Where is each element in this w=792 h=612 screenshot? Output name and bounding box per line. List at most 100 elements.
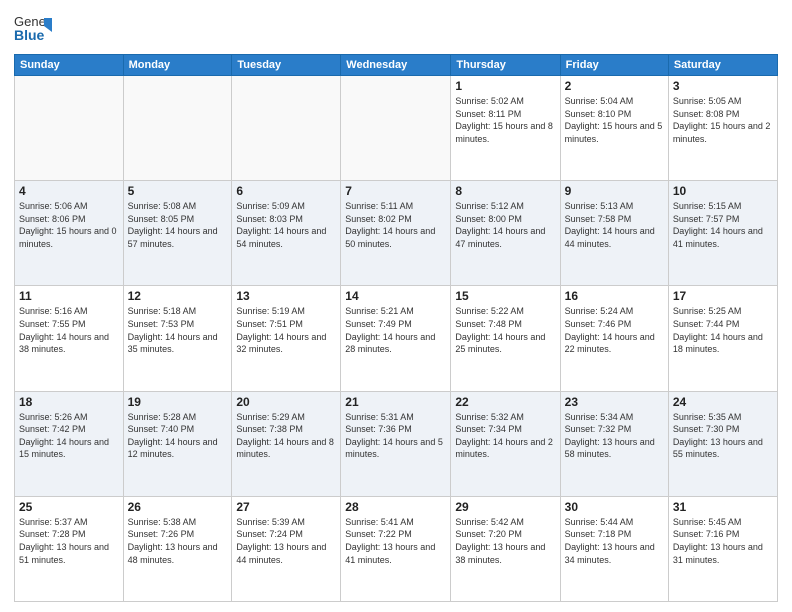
day-number: 21 xyxy=(345,395,446,409)
day-content: Sunrise: 5:05 AM Sunset: 8:08 PM Dayligh… xyxy=(673,95,773,145)
day-number: 19 xyxy=(128,395,228,409)
day-content: Sunrise: 5:02 AM Sunset: 8:11 PM Dayligh… xyxy=(455,95,555,145)
calendar-cell: 17Sunrise: 5:25 AM Sunset: 7:44 PM Dayli… xyxy=(668,286,777,391)
day-number: 4 xyxy=(19,184,119,198)
calendar-week-row: 4Sunrise: 5:06 AM Sunset: 8:06 PM Daylig… xyxy=(15,181,778,286)
day-content: Sunrise: 5:38 AM Sunset: 7:26 PM Dayligh… xyxy=(128,516,228,566)
calendar-cell: 14 Sunrise: 5:21 AM Sunset: 7:49 PM Dayli… xyxy=(341,286,451,391)
day-number: 16 xyxy=(565,289,664,303)
calendar-cell: 2 Sunrise: 5:04 AM Sunset: 8:10 PM Daylig… xyxy=(560,76,668,181)
day-number: 2 xyxy=(565,79,664,93)
calendar-cell: 22 Sunrise: 5:32 AM Sunset: 7:34 PM Dayli… xyxy=(451,391,560,496)
calendar-week-row: 18 Sunrise: 5:26 AM Sunset: 7:42 PM Dayli… xyxy=(15,391,778,496)
day-content: Sunrise: 5:41 AM Sunset: 7:22 PM Dayligh… xyxy=(345,516,446,566)
day-number: 18 xyxy=(19,395,119,409)
weekday-header-tuesday: Tuesday xyxy=(232,55,341,76)
calendar-cell: 1 Sunrise: 5:02 AM Sunset: 8:11 PM Daylig… xyxy=(451,76,560,181)
day-number: 20 xyxy=(236,395,336,409)
day-number: 14 xyxy=(345,289,446,303)
day-content: Sunrise: 5:12 AM Sunset: 8:00 PM Dayligh… xyxy=(455,200,555,250)
logo: General Blue xyxy=(14,10,52,48)
day-number: 1 xyxy=(455,79,555,93)
day-number: 7 xyxy=(345,184,446,198)
calendar-cell: 28 Sunrise: 5:41 AM Sunset: 7:22 PM Dayli… xyxy=(341,496,451,601)
page: General Blue SundayMondayTuesdayWednesda… xyxy=(0,0,792,612)
calendar-cell: 19 Sunrise: 5:28 AM Sunset: 7:40 PM Dayli… xyxy=(123,391,232,496)
day-number: 6 xyxy=(236,184,336,198)
calendar-cell: 24 Sunrise: 5:35 AM Sunset: 7:30 PM Dayli… xyxy=(668,391,777,496)
calendar-cell: 31 Sunrise: 5:45 AM Sunset: 7:16 PM Dayli… xyxy=(668,496,777,601)
day-content: Sunrise: 5:28 AM Sunset: 7:40 PM Dayligh… xyxy=(128,411,228,461)
calendar-week-row: 11 Sunrise: 5:16 AM Sunset: 7:55 PM Dayli… xyxy=(15,286,778,391)
day-number: 29 xyxy=(455,500,555,514)
calendar-week-row: 1 Sunrise: 5:02 AM Sunset: 8:11 PM Daylig… xyxy=(15,76,778,181)
calendar-cell: 9 Sunrise: 5:13 AM Sunset: 7:58 PM Daylig… xyxy=(560,181,668,286)
day-content: Sunrise: 5:39 AM Sunset: 7:24 PM Dayligh… xyxy=(236,516,336,566)
day-number: 12 xyxy=(128,289,228,303)
day-content: Sunrise: 5:26 AM Sunset: 7:42 PM Dayligh… xyxy=(19,411,119,461)
day-number: 8 xyxy=(455,184,555,198)
weekday-header-friday: Friday xyxy=(560,55,668,76)
weekday-header-saturday: Saturday xyxy=(668,55,777,76)
weekday-header-sunday: Sunday xyxy=(15,55,124,76)
day-content: Sunrise: 5:34 AM Sunset: 7:32 PM Dayligh… xyxy=(565,411,664,461)
day-content: Sunrise: 5:15 AM Sunset: 7:57 PM Dayligh… xyxy=(673,200,773,250)
calendar-cell: 6 Sunrise: 5:09 AM Sunset: 8:03 PM Daylig… xyxy=(232,181,341,286)
day-content: Sunrise: 5:16 AM Sunset: 7:55 PM Dayligh… xyxy=(19,305,119,355)
day-content: Sunrise: 5:25 AM Sunset: 7:44 PM Dayligh… xyxy=(673,305,773,355)
day-content: Sunrise: 5:45 AM Sunset: 7:16 PM Dayligh… xyxy=(673,516,773,566)
day-content: Sunrise: 5:44 AM Sunset: 7:18 PM Dayligh… xyxy=(565,516,664,566)
day-number: 27 xyxy=(236,500,336,514)
calendar-cell xyxy=(341,76,451,181)
weekday-header-thursday: Thursday xyxy=(451,55,560,76)
day-number: 11 xyxy=(19,289,119,303)
calendar-cell: 16 Sunrise: 5:24 AM Sunset: 7:46 PM Dayli… xyxy=(560,286,668,391)
calendar-cell: 26 Sunrise: 5:38 AM Sunset: 7:26 PM Dayli… xyxy=(123,496,232,601)
day-number: 31 xyxy=(673,500,773,514)
weekday-header-monday: Monday xyxy=(123,55,232,76)
calendar-cell: 7 Sunrise: 5:11 AM Sunset: 8:02 PM Daylig… xyxy=(341,181,451,286)
day-content: Sunrise: 5:04 AM Sunset: 8:10 PM Dayligh… xyxy=(565,95,664,145)
day-number: 24 xyxy=(673,395,773,409)
calendar-cell: 23 Sunrise: 5:34 AM Sunset: 7:32 PM Dayli… xyxy=(560,391,668,496)
calendar-cell: 10 Sunrise: 5:15 AM Sunset: 7:57 PM Dayli… xyxy=(668,181,777,286)
calendar-week-row: 25 Sunrise: 5:37 AM Sunset: 7:28 PM Dayli… xyxy=(15,496,778,601)
day-content: Sunrise: 5:08 AM Sunset: 8:05 PM Dayligh… xyxy=(128,200,228,250)
calendar-cell: 20Sunrise: 5:29 AM Sunset: 7:38 PM Dayli… xyxy=(232,391,341,496)
svg-text:Blue: Blue xyxy=(14,27,45,43)
calendar-cell: 3Sunrise: 5:05 AM Sunset: 8:08 PM Daylig… xyxy=(668,76,777,181)
day-content: Sunrise: 5:37 AM Sunset: 7:28 PM Dayligh… xyxy=(19,516,119,566)
day-number: 23 xyxy=(565,395,664,409)
day-number: 26 xyxy=(128,500,228,514)
calendar-cell: 4Sunrise: 5:06 AM Sunset: 8:06 PM Daylig… xyxy=(15,181,124,286)
day-content: Sunrise: 5:18 AM Sunset: 7:53 PM Dayligh… xyxy=(128,305,228,355)
day-content: Sunrise: 5:21 AM Sunset: 7:49 PM Dayligh… xyxy=(345,305,446,355)
calendar-cell xyxy=(123,76,232,181)
calendar-table: SundayMondayTuesdayWednesdayThursdayFrid… xyxy=(14,54,778,602)
day-content: Sunrise: 5:19 AM Sunset: 7:51 PM Dayligh… xyxy=(236,305,336,355)
day-content: Sunrise: 5:35 AM Sunset: 7:30 PM Dayligh… xyxy=(673,411,773,461)
calendar-cell xyxy=(15,76,124,181)
calendar-cell: 25 Sunrise: 5:37 AM Sunset: 7:28 PM Dayli… xyxy=(15,496,124,601)
day-number: 25 xyxy=(19,500,119,514)
day-content: Sunrise: 5:31 AM Sunset: 7:36 PM Dayligh… xyxy=(345,411,446,461)
day-content: Sunrise: 5:32 AM Sunset: 7:34 PM Dayligh… xyxy=(455,411,555,461)
calendar-cell: 18 Sunrise: 5:26 AM Sunset: 7:42 PM Dayli… xyxy=(15,391,124,496)
day-number: 22 xyxy=(455,395,555,409)
calendar-cell: 15Sunrise: 5:22 AM Sunset: 7:48 PM Dayli… xyxy=(451,286,560,391)
calendar-cell: 21 Sunrise: 5:31 AM Sunset: 7:36 PM Dayli… xyxy=(341,391,451,496)
day-number: 10 xyxy=(673,184,773,198)
calendar-cell xyxy=(232,76,341,181)
day-content: Sunrise: 5:11 AM Sunset: 8:02 PM Dayligh… xyxy=(345,200,446,250)
day-number: 28 xyxy=(345,500,446,514)
day-number: 9 xyxy=(565,184,664,198)
day-content: Sunrise: 5:09 AM Sunset: 8:03 PM Dayligh… xyxy=(236,200,336,250)
day-number: 13 xyxy=(236,289,336,303)
day-number: 15 xyxy=(455,289,555,303)
day-content: Sunrise: 5:13 AM Sunset: 7:58 PM Dayligh… xyxy=(565,200,664,250)
logo-icon: General Blue xyxy=(14,10,52,48)
weekday-header-row: SundayMondayTuesdayWednesdayThursdayFrid… xyxy=(15,55,778,76)
calendar-cell: 27 Sunrise: 5:39 AM Sunset: 7:24 PM Dayli… xyxy=(232,496,341,601)
calendar-cell: 30Sunrise: 5:44 AM Sunset: 7:18 PM Dayli… xyxy=(560,496,668,601)
day-content: Sunrise: 5:24 AM Sunset: 7:46 PM Dayligh… xyxy=(565,305,664,355)
